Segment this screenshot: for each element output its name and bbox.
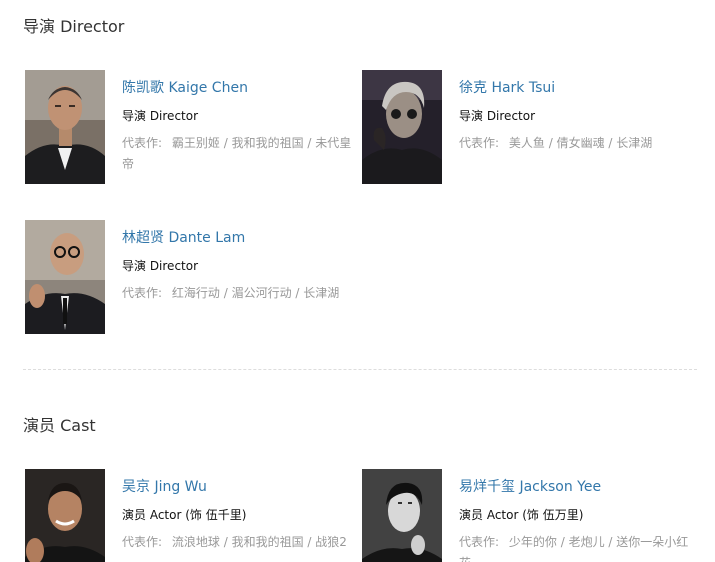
works-label: 代表作: — [122, 286, 163, 300]
representative-works: 代表作: 红海行动 / 湄公河行动 / 长津湖 — [122, 283, 362, 304]
person-card: 林超贤 Dante Lam 导演 Director 代表作: 红海行动 / 湄公… — [25, 220, 362, 340]
separator: / — [223, 286, 232, 300]
work-link[interactable]: 少年的你 — [509, 535, 557, 549]
work-link[interactable]: 长津湖 — [303, 286, 339, 300]
representative-works: 代表作: 少年的你 / 老炮儿 / 送你一朵小红花 — [459, 532, 699, 562]
person-role: 导演 Director — [122, 109, 199, 123]
works-label: 代表作: — [122, 535, 163, 549]
person-photo[interactable] — [362, 469, 442, 562]
person-card: 易烊千玺 Jackson Yee 演员 Actor (饰 伍万里) 代表作: 少… — [362, 469, 699, 562]
director-section-title: 导演 Director — [23, 17, 125, 36]
person-card: 吴京 Jing Wu 演员 Actor (饰 伍千里) 代表作: 流浪地球 / … — [25, 469, 362, 562]
work-link[interactable]: 流浪地球 — [172, 535, 220, 549]
person-role: 演员 Actor (饰 伍千里) — [122, 508, 247, 522]
person-photo[interactable] — [25, 220, 105, 334]
person-name-link[interactable]: 林超贤 Dante Lam — [122, 229, 362, 247]
section-divider — [23, 369, 697, 370]
representative-works: 代表作: 流浪地球 / 我和我的祖国 / 战狼2 — [122, 532, 362, 553]
work-link[interactable]: 红海行动 — [172, 286, 220, 300]
works-label: 代表作: — [122, 136, 163, 150]
person-role: 导演 Director — [459, 109, 536, 123]
person-name-link[interactable]: 吴京 Jing Wu — [122, 478, 362, 496]
work-link[interactable]: 倩女幽魂 — [557, 136, 605, 150]
work-link[interactable]: 我和我的祖国 — [232, 535, 304, 549]
works-label: 代表作: — [459, 535, 500, 549]
person-role: 演员 Actor (饰 伍万里) — [459, 508, 584, 522]
person-card: 徐克 Hark Tsui 导演 Director 代表作: 美人鱼 / 倩女幽魂… — [362, 70, 699, 190]
representative-works: 代表作: 美人鱼 / 倩女幽魂 / 长津湖 — [459, 133, 699, 154]
work-link[interactable]: 战狼2 — [315, 535, 347, 549]
works-label: 代表作: — [459, 136, 500, 150]
person-role: 导演 Director — [122, 259, 199, 273]
work-link[interactable]: 湄公河行动 — [232, 286, 292, 300]
person-photo[interactable] — [362, 70, 442, 184]
work-link[interactable]: 我和我的祖国 — [232, 136, 304, 150]
celebrities-page: 导演 Director 陈凯歌 Kaige Chen 导演 Director 代… — [0, 0, 715, 562]
separator: / — [223, 535, 232, 549]
work-link[interactable]: 老炮儿 — [569, 535, 605, 549]
representative-works: 代表作: 霸王别姬 / 我和我的祖国 / 未代皇帝 — [122, 133, 362, 175]
person-name-link[interactable]: 易烊千玺 Jackson Yee — [459, 478, 699, 496]
person-card: 陈凯歌 Kaige Chen 导演 Director 代表作: 霸王别姬 / 我… — [25, 70, 362, 190]
work-link[interactable]: 美人鱼 — [509, 136, 545, 150]
work-link[interactable]: 霸王别姬 — [172, 136, 220, 150]
person-name-link[interactable]: 陈凯歌 Kaige Chen — [122, 79, 362, 97]
person-photo[interactable] — [25, 70, 105, 184]
cast-section-title: 演员 Cast — [23, 416, 96, 435]
person-photo[interactable] — [25, 469, 105, 562]
person-name-link[interactable]: 徐克 Hark Tsui — [459, 79, 699, 97]
separator: / — [548, 136, 557, 150]
work-link[interactable]: 长津湖 — [616, 136, 652, 150]
separator: / — [223, 136, 232, 150]
separator: / — [560, 535, 569, 549]
